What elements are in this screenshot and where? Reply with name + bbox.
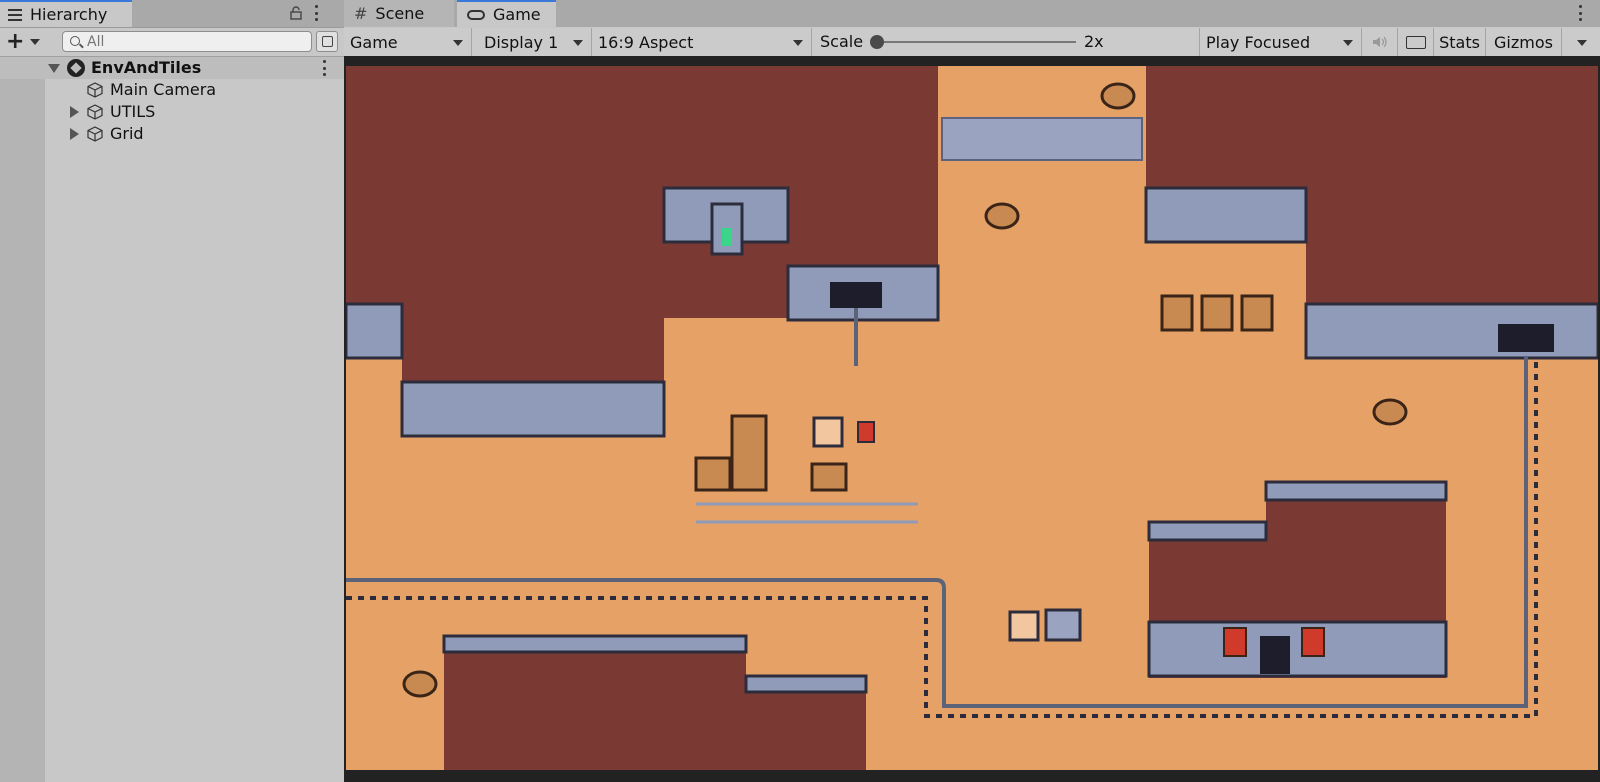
tree-item-label: Grid bbox=[110, 124, 144, 143]
hierarchy-menu-icon[interactable] bbox=[314, 5, 318, 21]
tab-hierarchy[interactable]: Hierarchy bbox=[0, 0, 132, 27]
hierarchy-panel: Hierarchy + EnvAndTiles bbox=[0, 0, 344, 782]
search-icon bbox=[70, 36, 80, 46]
tree-row-grid[interactable]: Grid bbox=[0, 123, 344, 145]
scene-tab-label: Scene bbox=[375, 4, 425, 23]
scene-menu-icon[interactable] bbox=[322, 60, 326, 76]
scale-control: Scale 2x bbox=[812, 28, 1200, 56]
play-mode-value: Play Focused bbox=[1206, 32, 1311, 52]
mute-audio-button[interactable] bbox=[1362, 28, 1398, 56]
stats-button[interactable]: Stats bbox=[1434, 28, 1486, 56]
gameobject-cube-icon bbox=[87, 126, 103, 142]
chevron-down-icon bbox=[573, 40, 583, 46]
hierarchy-search bbox=[62, 31, 312, 52]
scale-label: Scale bbox=[820, 32, 864, 51]
scale-value: 2x bbox=[1084, 32, 1104, 51]
chevron-down-icon bbox=[1343, 40, 1353, 46]
tree-item-label: UTILS bbox=[110, 102, 156, 121]
graves bbox=[1160, 294, 1274, 332]
unity-scene-icon bbox=[67, 59, 85, 77]
gameobject-cube-icon bbox=[87, 104, 103, 120]
red-potion bbox=[857, 421, 875, 443]
gizmos-dropdown[interactable] bbox=[1562, 28, 1600, 56]
hierarchy-tab-label: Hierarchy bbox=[30, 5, 108, 24]
npc-character bbox=[812, 416, 844, 448]
tree-item-label: EnvAndTiles bbox=[91, 58, 202, 77]
game-toolbar: Game Display 1 16:9 Aspect Scale 2x Play… bbox=[344, 28, 1600, 57]
stats-label: Stats bbox=[1439, 32, 1480, 52]
chevron-down-icon bbox=[453, 40, 463, 46]
chevron-down-icon bbox=[793, 40, 803, 46]
tree-gutter bbox=[0, 57, 45, 782]
expand-arrow-icon[interactable] bbox=[70, 106, 79, 118]
hierarchy-tree: EnvAndTiles Main Camera UTILS Grid bbox=[0, 57, 344, 782]
search-options-button[interactable] bbox=[316, 31, 338, 52]
display-value: Display 1 bbox=[484, 32, 559, 52]
game-panel-menu-icon[interactable] bbox=[1578, 5, 1582, 21]
speaker-icon bbox=[1373, 36, 1387, 48]
stone-bridge bbox=[941, 117, 1143, 161]
lock-icon[interactable] bbox=[290, 6, 302, 20]
tab-game[interactable]: Game bbox=[457, 0, 556, 27]
expand-arrow-icon[interactable] bbox=[70, 128, 79, 140]
chevron-down-icon bbox=[1577, 40, 1587, 46]
create-button[interactable]: + bbox=[6, 31, 46, 53]
tree-row-main-camera[interactable]: Main Camera bbox=[0, 79, 344, 101]
tree-row-utils[interactable]: UTILS bbox=[0, 101, 344, 123]
gameobject-cube-icon bbox=[87, 82, 103, 98]
expand-arrow-icon[interactable] bbox=[48, 64, 60, 73]
search-input[interactable] bbox=[87, 32, 287, 51]
tree-item-label: Main Camera bbox=[110, 80, 217, 99]
hierarchy-toolbar: + bbox=[0, 28, 344, 57]
game-tabbar: # Scene Game bbox=[344, 0, 1600, 27]
fountain-water bbox=[722, 228, 732, 246]
scale-slider-track[interactable] bbox=[876, 41, 1076, 43]
tree-row-envandtiles[interactable]: EnvAndTiles bbox=[0, 57, 344, 79]
play-mode-dropdown[interactable]: Play Focused bbox=[1200, 28, 1362, 56]
tab-scene[interactable]: # Scene bbox=[344, 0, 454, 27]
hierarchy-tabbar: Hierarchy bbox=[0, 0, 344, 28]
shortcuts-button[interactable] bbox=[1398, 28, 1434, 56]
chest bbox=[1044, 608, 1082, 642]
view-mode-dropdown[interactable]: Game bbox=[344, 28, 472, 56]
game-tab-label: Game bbox=[493, 5, 541, 24]
fence bbox=[696, 502, 918, 524]
display-dropdown[interactable]: Display 1 bbox=[472, 28, 592, 56]
pixel-art-dungeon-scene bbox=[346, 66, 1598, 770]
aspect-dropdown[interactable]: 16:9 Aspect bbox=[592, 28, 812, 56]
scale-slider-handle[interactable] bbox=[870, 35, 884, 49]
keyboard-icon bbox=[1406, 36, 1426, 49]
scene-grid-icon: # bbox=[354, 4, 368, 23]
gamepad-icon bbox=[467, 9, 485, 20]
hierarchy-list-icon bbox=[8, 8, 22, 21]
view-mode-value: Game bbox=[350, 32, 398, 52]
game-render-area[interactable] bbox=[346, 66, 1598, 770]
gizmos-button[interactable]: Gizmos bbox=[1486, 28, 1562, 56]
plus-icon: + bbox=[6, 29, 25, 54]
game-panel: # Scene Game Game Display 1 16:9 Aspect … bbox=[344, 0, 1600, 782]
gizmos-label: Gizmos bbox=[1494, 32, 1553, 52]
chevron-down-icon bbox=[30, 39, 41, 45]
player-character bbox=[1008, 610, 1040, 642]
game-view[interactable] bbox=[344, 56, 1600, 782]
aspect-value: 16:9 Aspect bbox=[598, 32, 694, 52]
